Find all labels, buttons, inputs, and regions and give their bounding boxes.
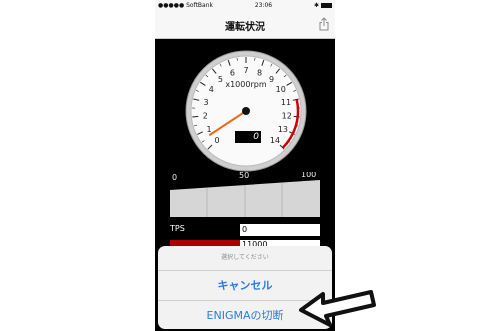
tachometer-gauge: 0123456 7 891011121314 x1000rpm xyxy=(185,50,307,172)
carrier-label: ●●●●● SoftBank xyxy=(158,2,213,9)
status-bar: ●●●●● SoftBank 23:06 ✱ xyxy=(155,0,335,11)
action-sheet-title: 選択してください xyxy=(158,246,332,271)
tick-label: 9 xyxy=(269,75,274,84)
share-icon[interactable] xyxy=(319,17,329,31)
pointer-arrow-icon xyxy=(299,290,376,327)
unit-label: x1000rpm xyxy=(225,80,266,89)
battery-icon xyxy=(320,3,332,8)
tick-mark xyxy=(192,115,199,118)
clock-label: 23:06 xyxy=(254,2,273,9)
tick-label: 7 xyxy=(243,66,248,75)
tick-label: 5 xyxy=(218,75,223,84)
tps-value: 0 xyxy=(240,224,320,236)
tick-label: 12 xyxy=(282,112,292,121)
tps-label: TPS xyxy=(170,224,185,233)
page-title: 運転状況 xyxy=(225,22,265,33)
navigation-bar: 運転状況 xyxy=(155,11,335,39)
throttle-tick-100: 100 xyxy=(301,172,316,179)
tick-label: 1 xyxy=(207,125,212,134)
tick-label: 4 xyxy=(209,85,214,94)
tick-label: 14 xyxy=(270,136,280,145)
throttle-tick-50: 50 xyxy=(239,172,249,180)
bluetooth-battery-indicator: ✱ xyxy=(314,2,332,9)
bluetooth-icon: ✱ xyxy=(313,2,319,9)
tick-label: 0 xyxy=(214,136,219,145)
tick-label: 13 xyxy=(278,125,288,134)
tick-label: 11 xyxy=(281,98,291,107)
tick-label: 10 xyxy=(276,85,286,94)
rpm-digital-readout: 0 xyxy=(235,131,261,143)
phone-screen: ●●●●● SoftBank 23:06 ✱ 運転状況 0 1 2 3 4 5 6 7 8 9 10… xyxy=(155,0,335,331)
tick-label: 3 xyxy=(203,98,208,107)
throttle-bar-graph: 0 50 100 xyxy=(170,172,320,217)
tick-label: 6 xyxy=(230,68,235,77)
throttle-tick-0: 0 xyxy=(172,173,177,182)
needle-hub xyxy=(242,107,250,115)
tick-label: 8 xyxy=(257,68,262,77)
tick-label: 2 xyxy=(203,112,208,121)
